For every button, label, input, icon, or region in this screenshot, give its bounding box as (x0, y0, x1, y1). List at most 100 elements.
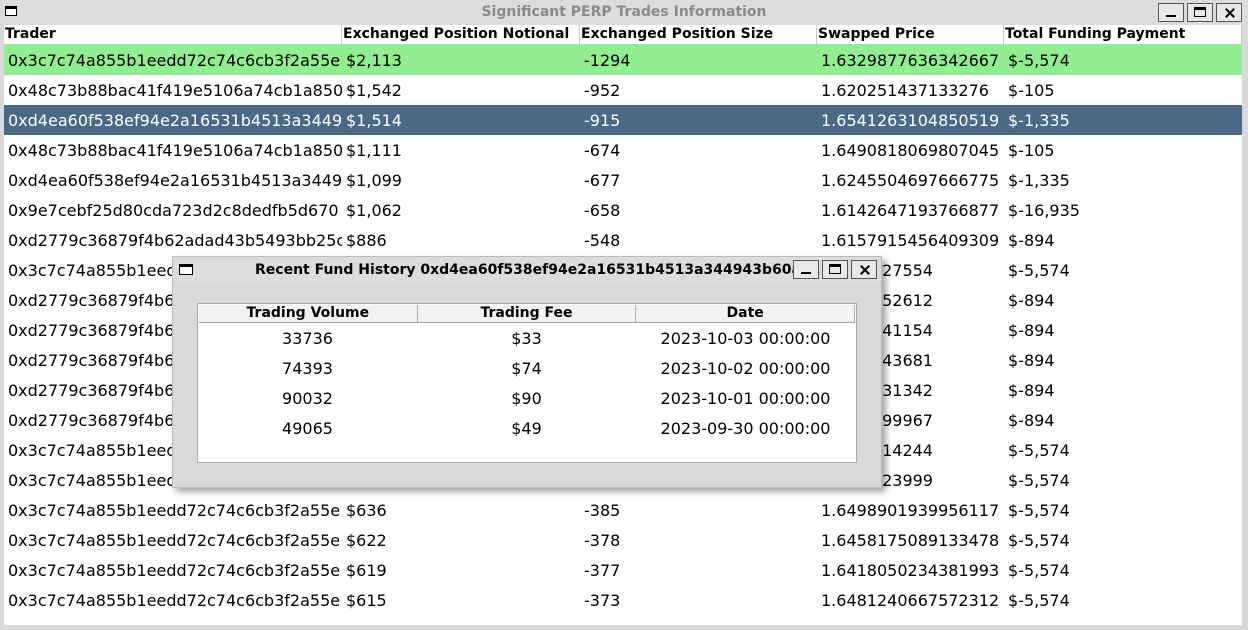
funding-cell: $-5,574 (1008, 440, 1070, 460)
funding-cell: $-894 (1008, 380, 1055, 400)
dialog-window-controls (793, 260, 877, 279)
table-row[interactable]: 0xd4ea60f538ef94e2a16531b4513a3449 $1,514… (4, 105, 1242, 135)
trader-cell: 0xd4ea60f538ef94e2a16531b4513a3449 (8, 110, 342, 130)
dialog-window-icon[interactable] (179, 264, 193, 275)
notional-cell: $619 (346, 560, 387, 580)
notional-cell: $1,099 (346, 170, 402, 190)
price-cell: 1.6157915456409309 (821, 230, 1000, 250)
trader-cell: 0xd2779c36879f4b62adad43b5493bb25c (8, 230, 342, 250)
notional-cell: $1,514 (346, 110, 402, 130)
trader-cell: 0x3c7c74a855b1eedd72c74c6cb3f2a55e (8, 500, 341, 520)
trading-fee-cell: $90 (511, 388, 542, 408)
table-row[interactable]: 0xd2779c36879f4b62adad43b5493bb25c $886 -5… (4, 225, 1242, 255)
fund-history-dialog: Recent Fund History 0xd4ea60f538ef94e2a1… (172, 256, 882, 488)
fund-history-row[interactable]: 33736 $33 2023-10-03 00:00:00 (198, 323, 856, 353)
size-cell: -378 (584, 530, 621, 550)
fund-history-row[interactable]: 74393 $74 2023-10-02 00:00:00 (198, 353, 856, 383)
trader-cell: 0xd4ea60f538ef94e2a16531b4513a3449 (8, 170, 342, 190)
trader-cell: 0x3c7c74a855b1eedd72c74c6cb3f2a55e (8, 560, 341, 580)
column-header-date[interactable]: Date (636, 305, 856, 323)
date-cell: 2023-10-01 00:00:00 (660, 388, 831, 408)
price-cell: 1.6490818069807045 (821, 140, 1000, 160)
notional-cell: $622 (346, 530, 387, 550)
table-row[interactable]: 0x3c7c74a855b1eedd72c74c6cb3f2a55e $636 -3… (4, 495, 1242, 525)
funding-cell: $-5,574 (1008, 50, 1070, 70)
size-cell: -377 (584, 560, 621, 580)
table-row[interactable]: 0x48c73b88bac41f419e5106a74cb1a850 $1,111… (4, 135, 1242, 165)
trading-fee-cell: $33 (511, 328, 542, 348)
table-row[interactable]: 0xd4ea60f538ef94e2a16531b4513a3449 $1,099… (4, 165, 1242, 195)
close-button[interactable] (1216, 3, 1242, 22)
size-cell: -677 (584, 170, 621, 190)
minimize-button[interactable] (1158, 3, 1184, 22)
trader-cell: 0x3c7c74a855b1eedd72c74c6cb3f2a55e (8, 50, 341, 70)
trader-cell: 0x3c7c74a855b1eedd72c74c6cb3f2a55e (8, 530, 341, 550)
funding-cell: $-5,574 (1008, 260, 1070, 280)
trader-cell: 0x48c73b88bac41f419e5106a74cb1a850 (8, 140, 342, 160)
funding-cell: $-5,574 (1008, 590, 1070, 610)
dialog-close-button[interactable] (851, 260, 877, 279)
price-cell: 1.6541263104850519 (821, 110, 1000, 130)
date-cell: 2023-10-03 00:00:00 (660, 328, 831, 348)
fund-history-header: Trading Volume Trading Fee Date (199, 305, 856, 323)
table-row[interactable]: 0x3c7c74a855b1eedd72c74c6cb3f2a55e $622 -3… (4, 525, 1242, 555)
notional-cell: $1,062 (346, 200, 402, 220)
price-cell: 1.6142647193766877 (821, 200, 1000, 220)
price-cell: 1.6245504697666775 (821, 170, 1000, 190)
trading-fee-cell: $49 (511, 418, 542, 438)
column-header-size[interactable]: Exchanged Position Size (580, 25, 817, 45)
dialog-minimize-button[interactable] (793, 260, 819, 279)
price-cell: 1.6458175089133478 (821, 530, 1000, 550)
table-row[interactable]: 0x48c73b88bac41f419e5106a74cb1a850 $1,542… (4, 75, 1242, 105)
funding-cell: $-5,574 (1008, 560, 1070, 580)
size-cell: -952 (584, 80, 621, 100)
funding-cell: $-1,335 (1008, 110, 1070, 130)
fund-history-rows: 33736 $33 2023-10-03 00:00:00 74393 $74 2023-… (198, 323, 856, 443)
price-cell: 1.620251437133276 (821, 80, 989, 100)
date-cell: 2023-10-02 00:00:00 (660, 358, 831, 378)
main-title-bar: Significant PERP Trades Information (0, 0, 1248, 25)
table-row[interactable]: 0x9e7cebf25d80cda723d2c8dedfb5d670 $1,062… (4, 195, 1242, 225)
table-header: Trader Exchanged Position Notional Excha… (4, 25, 1242, 45)
size-cell: -373 (584, 590, 621, 610)
column-header-trading-fee[interactable]: Trading Fee (417, 305, 637, 323)
dialog-title-bar: Recent Fund History 0xd4ea60f538ef94e2a1… (173, 257, 881, 283)
fund-history-row[interactable]: 90032 $90 2023-10-01 00:00:00 (198, 383, 856, 413)
funding-cell: $-5,574 (1008, 470, 1070, 490)
trading-volume-cell: 49065 (282, 418, 333, 438)
price-cell: 1.6498901939956117 (821, 500, 1000, 520)
funding-cell: $-5,574 (1008, 500, 1070, 520)
notional-cell: $1,111 (346, 140, 402, 160)
column-header-funding[interactable]: Total Funding Payment (1004, 25, 1242, 45)
funding-cell: $-1,335 (1008, 170, 1070, 190)
window-title: Significant PERP Trades Information (481, 4, 767, 20)
table-row[interactable]: 0x3c7c74a855b1eedd72c74c6cb3f2a55e $619 -3… (4, 555, 1242, 585)
table-row[interactable]: 0x3c7c74a855b1eedd72c74c6cb3f2a55e $615 -3… (4, 585, 1242, 615)
date-cell: 2023-09-30 00:00:00 (660, 418, 831, 438)
size-cell: -674 (584, 140, 621, 160)
trading-volume-cell: 90032 (282, 388, 333, 408)
column-header-trading-volume[interactable]: Trading Volume (199, 305, 418, 323)
dialog-maximize-button[interactable] (822, 260, 848, 279)
funding-cell: $-894 (1008, 350, 1055, 370)
notional-cell: $636 (346, 500, 387, 520)
price-cell: 1.6329877636342667 (821, 50, 1000, 70)
trading-volume-cell: 74393 (282, 358, 333, 378)
funding-cell: $-105 (1008, 140, 1055, 160)
funding-cell: $-894 (1008, 410, 1055, 430)
table-row[interactable]: 0x3c7c74a855b1eedd72c74c6cb3f2a55e $2,113… (4, 45, 1242, 75)
column-header-trader[interactable]: Trader (4, 25, 342, 45)
column-header-price[interactable]: Swapped Price (817, 25, 1004, 45)
trading-volume-cell: 33736 (282, 328, 333, 348)
funding-cell: $-16,935 (1008, 200, 1080, 220)
trader-cell: 0x9e7cebf25d80cda723d2c8dedfb5d670 (8, 200, 339, 220)
notional-cell: $886 (346, 230, 387, 250)
fund-history-row[interactable]: 49065 $49 2023-09-30 00:00:00 (198, 413, 856, 443)
notional-cell: $1,542 (346, 80, 402, 100)
notional-cell: $615 (346, 590, 387, 610)
maximize-button[interactable] (1187, 3, 1213, 22)
fund-history-table: Trading Volume Trading Fee Date 33736 $33… (197, 303, 857, 463)
trading-fee-cell: $74 (511, 358, 542, 378)
column-header-notional[interactable]: Exchanged Position Notional (342, 25, 580, 45)
funding-cell: $-894 (1008, 230, 1055, 250)
